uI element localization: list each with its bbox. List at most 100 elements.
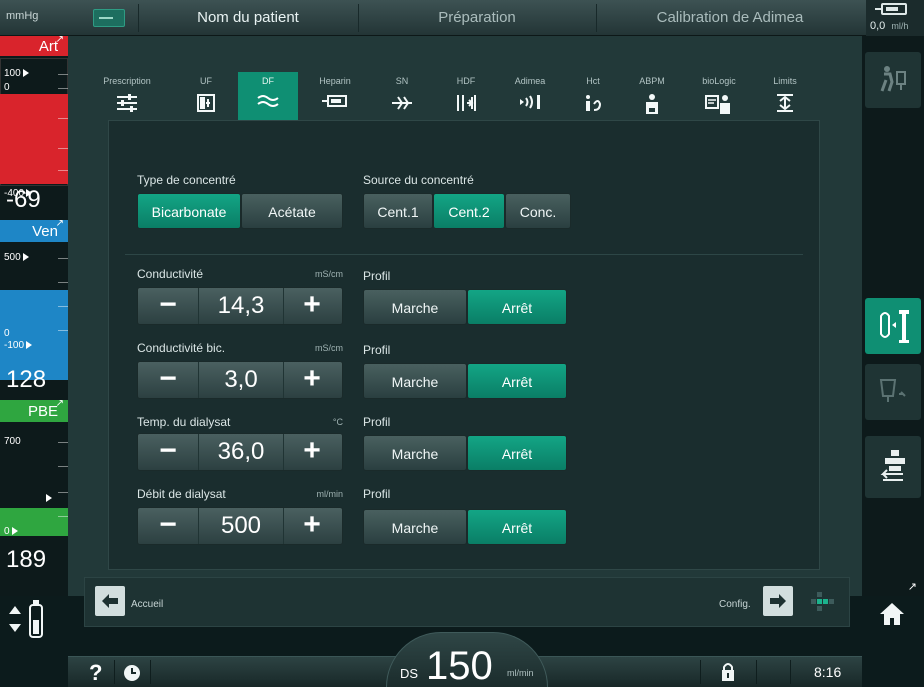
dialysate-temp-value[interactable]: 36,0 [198,434,284,470]
profile-on-button[interactable]: Marche [363,435,467,471]
volume-control[interactable] [8,596,58,652]
tab-hdf[interactable]: HDF [436,72,496,120]
bic-conductivity-stepper: − 3,0 + [137,361,343,399]
tab-sn[interactable]: SN [372,72,432,120]
tab-df[interactable]: DF [238,72,298,120]
dialysate-flow-stepper: − 500 + [137,507,343,545]
expand-icon: ↗ [55,398,64,409]
level-chamber-icon [29,600,43,638]
pressure-unit: mmHg [6,10,39,22]
ven-label: Ven [32,223,58,240]
ven-scale[interactable]: 500 0 -100 [0,242,68,380]
profile-label: Profil [363,415,391,429]
cent2-button[interactable]: Cent.2 [433,193,505,229]
abpm-icon [646,94,658,114]
art-header: Art ↗ [0,34,68,56]
profile-on-button[interactable]: Marche [363,289,467,325]
profile-off-button[interactable]: Arrêt [467,363,567,399]
circuit-button[interactable] [865,436,921,498]
dialyser-icon [880,310,909,343]
tab-strip: Prescription UF DF Heparin SN HDF Adimea… [103,72,812,120]
single-needle-icon [392,96,412,110]
tab-prescription[interactable]: Prescription [92,72,162,120]
tab-adimea-calibration[interactable]: Calibration de Adimea [596,9,864,26]
profile-off-button[interactable]: Arrêt [467,289,567,325]
tab-limits[interactable]: Limits [758,72,812,120]
tab-adimea[interactable]: Adimea [498,72,562,120]
bic-conductivity-value[interactable]: 3,0 [198,362,284,398]
uf-icon [197,94,215,112]
profile-label: Profil [363,343,391,357]
conductivity-label: Conductivité [137,267,204,281]
blood-pump-label: DS [400,666,419,681]
profile-off-button[interactable]: Arrêt [467,509,567,545]
ven-pressure-value: 128 [6,366,47,393]
ven-scale-zero: 0 [4,328,10,339]
biologic-icon [705,95,730,114]
patient-connect-button[interactable] [865,52,921,108]
increase-button[interactable]: + [282,288,342,324]
tab-patient-name[interactable]: Nom du patient [138,9,358,26]
bic-conductivity-label: Conductivité bic. [137,341,226,355]
pbe-label: PBE [27,403,58,420]
patient-walk-icon [880,66,906,92]
tab-biologic[interactable]: bioLogic [684,72,754,120]
hdf-icon [457,95,476,111]
dialysate-flow-value[interactable]: 500 [198,508,284,544]
dialysate-temp-stepper: − 36,0 + [137,433,343,471]
patient-card-button[interactable] [93,9,125,27]
pbe-header: PBE ↗ [0,398,68,422]
lock-icon[interactable] [720,662,736,682]
decrease-button[interactable]: − [138,508,198,544]
conc-button[interactable]: Conc. [505,193,571,229]
clock-time: 8:16 [814,664,842,680]
increase-button[interactable]: + [282,362,342,398]
decrease-button[interactable]: − [138,434,198,470]
help-icon[interactable]: ? [89,660,102,686]
profile-on-button[interactable]: Marche [363,363,467,399]
bag-drain-icon [879,379,906,402]
art-pressure-value: -69 [6,186,41,213]
art-scale[interactable]: 100 0 -400 [0,58,68,199]
dialyser-button[interactable] [865,298,921,354]
expand-icon: ↗ [55,34,64,45]
bic-conductivity-unit: mS/cm [315,343,343,353]
wave-icon [257,95,279,107]
tab-abpm[interactable]: ABPM [622,72,682,120]
tab-heparin[interactable]: Heparin [302,72,368,120]
tab-hct[interactable]: Hct [566,72,620,120]
clock-icon[interactable] [123,664,141,682]
conductivity-stepper: − 14,3 + [137,287,343,325]
sliders-icon [117,94,137,112]
ven-scale-top: 500 [4,252,29,263]
art-scale-top: 100 [4,68,29,79]
decrease-button[interactable]: − [138,362,198,398]
tab-uf[interactable]: UF [176,72,236,120]
status-bar: ? DS 150 ml/min 8:16 [0,596,924,687]
uf-rate-value: 0,0 [870,20,886,32]
pbe-pressure-value: 189 [6,546,47,573]
uf-rate-display[interactable]: 0,0 ml/h [866,0,924,36]
drain-button[interactable] [865,364,921,420]
increase-button[interactable]: + [282,508,342,544]
bicarbonate-button[interactable]: Bicarbonate [137,193,241,229]
profile-label: Profil [363,269,391,283]
acetate-button[interactable]: Acétate [241,193,343,229]
tab-preparation[interactable]: Préparation [358,9,596,26]
pbe-scale[interactable]: 700 0 [0,422,68,546]
blood-pump-value: 150 [426,644,493,687]
profile-on-button[interactable]: Marche [363,509,467,545]
cent1-button[interactable]: Cent.1 [363,193,433,229]
blood-pump-unit: ml/min [507,668,534,678]
dialysate-temp-label: Temp. du dialysat [137,415,231,429]
conductivity-value[interactable]: 14,3 [198,288,284,324]
dialysate-flow-label: Débit de dialysat [137,487,226,501]
increase-button[interactable]: + [282,434,342,470]
top-bar: mmHg Nom du patient Préparation Calibrat… [0,0,924,36]
expand-icon: ↗ [55,218,64,229]
profile-off-button[interactable]: Arrêt [467,435,567,471]
dialysate-flow-unit: ml/min [316,489,344,499]
art-scale-zero: 0 [4,82,10,93]
decrease-button[interactable]: − [138,288,198,324]
ven-scale-bottom: -100 [4,340,33,351]
